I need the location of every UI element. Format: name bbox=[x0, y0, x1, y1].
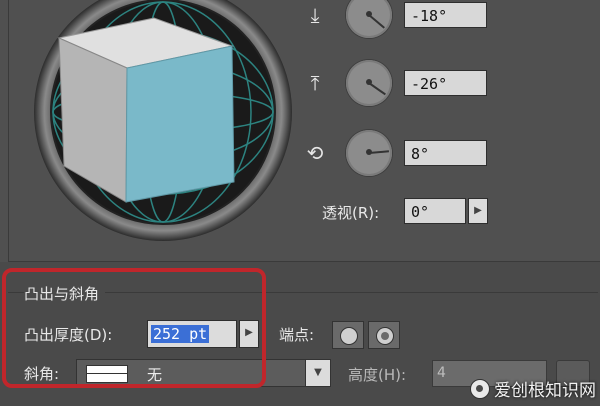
chevron-down-icon[interactable]: ▼ bbox=[305, 360, 330, 386]
cap-off-button[interactable] bbox=[368, 321, 400, 349]
perspective-label: 透视(R): bbox=[322, 204, 380, 222]
watermark-logo-icon bbox=[470, 378, 490, 399]
rotation-trackball[interactable] bbox=[34, 0, 292, 242]
perspective-dropdown-button[interactable]: ▶ bbox=[468, 198, 488, 224]
y-axis-dial[interactable] bbox=[346, 60, 392, 106]
panel-divider-horizontal bbox=[8, 261, 600, 262]
height-label: 高度(H): bbox=[348, 366, 407, 384]
cap-label: 端点: bbox=[279, 326, 315, 344]
x-axis-rotation-field[interactable]: -18° bbox=[404, 2, 487, 28]
panel-divider bbox=[8, 0, 9, 262]
rotate-x-axis-icon: ⤓ bbox=[310, 3, 320, 27]
z-axis-dial[interactable] bbox=[346, 130, 392, 176]
cap-on-button[interactable] bbox=[332, 321, 364, 349]
rotate-y-axis-icon: ⤒ bbox=[310, 71, 320, 95]
annotation-highlight-box bbox=[2, 268, 266, 388]
watermark-text: 爱创根知识网 bbox=[494, 381, 596, 401]
y-axis-rotation-field[interactable]: -26° bbox=[404, 70, 487, 96]
perspective-field[interactable]: 0° bbox=[404, 198, 466, 224]
z-axis-rotation-field[interactable]: 8° bbox=[404, 140, 487, 166]
watermark: 爱创根知识网 bbox=[470, 376, 596, 401]
rotate-z-axis-icon: ⟲ bbox=[306, 141, 324, 165]
